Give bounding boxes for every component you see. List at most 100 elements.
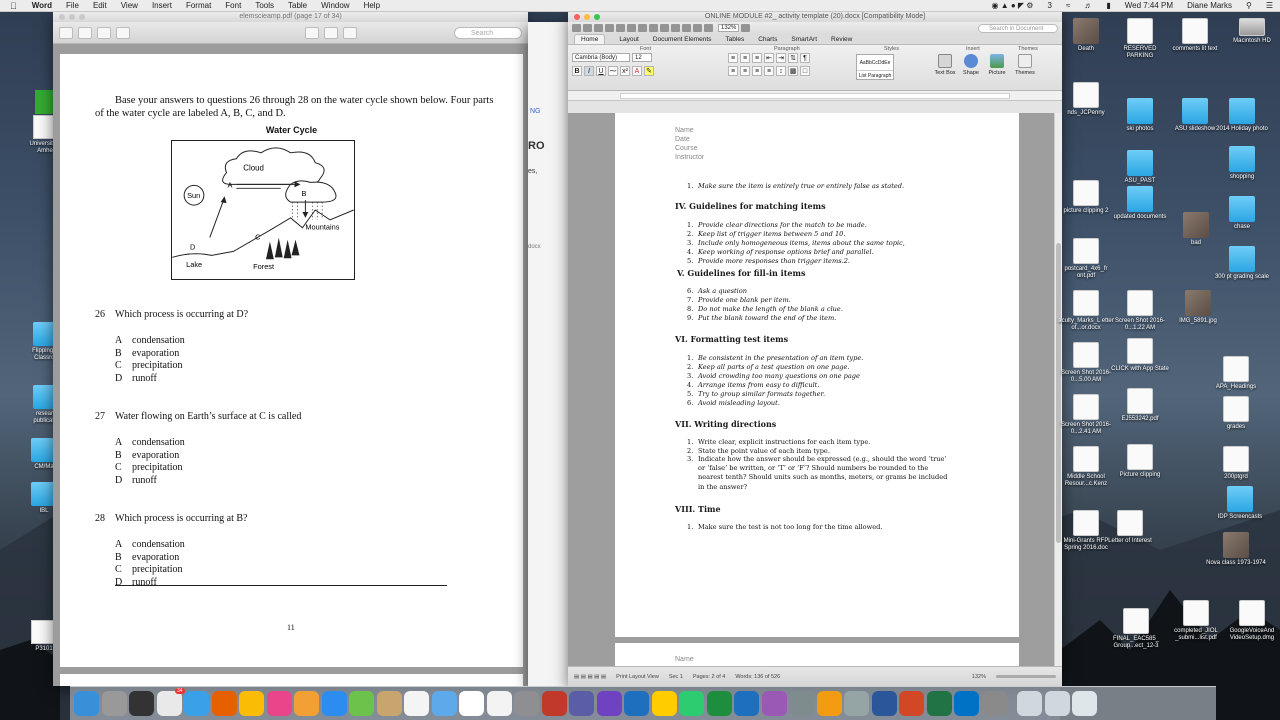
close-button[interactable] bbox=[59, 14, 65, 20]
menu-format[interactable]: Format bbox=[179, 1, 218, 10]
calendar-icon[interactable] bbox=[459, 691, 484, 716]
scanner-icon[interactable] bbox=[844, 691, 869, 716]
launchpad-icon[interactable] bbox=[101, 691, 127, 716]
menu-tools[interactable]: Tools bbox=[248, 1, 281, 10]
desktop-icon[interactable]: comments lit text bbox=[1165, 18, 1225, 53]
trash-icon[interactable] bbox=[1072, 691, 1097, 716]
zoom-button[interactable] bbox=[594, 14, 600, 20]
rotate-icon[interactable] bbox=[324, 26, 338, 39]
battery-count[interactable]: 3 bbox=[1040, 1, 1058, 10]
align-center-button[interactable]: ≡ bbox=[740, 66, 750, 76]
desktop-icon[interactable]: IDP Screencasts bbox=[1210, 486, 1270, 521]
table-icon[interactable] bbox=[682, 24, 691, 32]
downloads-icon[interactable] bbox=[1044, 691, 1070, 716]
desktop-icon[interactable]: postcard_4x6_fr ont.pdf bbox=[1056, 238, 1116, 280]
system-preferences-icon[interactable] bbox=[514, 691, 539, 716]
desktop-icon[interactable]: GoogleVoiceAnd VideoSetup.dmg bbox=[1222, 600, 1280, 642]
menu-edit[interactable]: Edit bbox=[86, 1, 114, 10]
font-size-select[interactable]: 12 bbox=[632, 53, 652, 62]
textedit-icon[interactable] bbox=[486, 691, 512, 716]
open-icon[interactable] bbox=[594, 24, 603, 32]
picture-button[interactable]: Picture bbox=[986, 54, 1008, 76]
style-gallery[interactable]: AaBbCcDdEe List Paragraph bbox=[856, 54, 894, 80]
contacts-icon[interactable] bbox=[376, 691, 402, 716]
font-name-select[interactable]: Cambria (Body) bbox=[572, 53, 630, 62]
shading-button[interactable]: ▩ bbox=[788, 66, 798, 76]
desktop-icon[interactable]: EJ553242.pdf bbox=[1110, 388, 1170, 423]
tab-document-elements[interactable]: Document Elements bbox=[653, 36, 712, 43]
wifi-icon[interactable]: ≈ bbox=[1059, 1, 1077, 10]
powerpoint-icon[interactable] bbox=[899, 691, 924, 716]
desktop-icon[interactable]: 300 pt grading scale bbox=[1212, 246, 1272, 281]
excel-icon[interactable] bbox=[926, 691, 952, 716]
volume-icon[interactable]: ♬ bbox=[1077, 1, 1099, 10]
finder-icon[interactable] bbox=[74, 691, 99, 716]
view-buttons[interactable]: ▤ ▤ ▤ ▤ ▤ bbox=[574, 674, 606, 680]
battery-icon[interactable]: ▮ bbox=[1099, 1, 1117, 10]
menu-window[interactable]: Window bbox=[314, 1, 356, 10]
desktop-icon[interactable]: ASU_PAST bbox=[1110, 150, 1170, 185]
minimize-button[interactable] bbox=[584, 14, 590, 20]
menubar-clock[interactable]: Wed 7:44 PM bbox=[1118, 1, 1180, 10]
apple-menu-icon[interactable]:  bbox=[0, 1, 25, 11]
chrome-icon[interactable] bbox=[239, 691, 264, 716]
font-color-button[interactable]: A bbox=[632, 66, 642, 76]
desktop-icon[interactable]: Screen Shot 2016-0...5.00 AM bbox=[1056, 342, 1116, 384]
save-icon[interactable] bbox=[605, 24, 614, 32]
align-left-button[interactable]: ≡ bbox=[728, 66, 738, 76]
desktop-icon[interactable]: updated documents bbox=[1110, 186, 1170, 221]
status-icons[interactable]: ◉ ▲ ● ◤ ⚙ bbox=[985, 1, 1041, 10]
shape-button[interactable]: Shape bbox=[960, 54, 982, 76]
word-count[interactable]: Words: 136 of 526 bbox=[735, 674, 780, 680]
strikethrough-button[interactable]: ⁓ bbox=[608, 66, 618, 76]
zoom-in-icon[interactable] bbox=[97, 26, 111, 39]
desktop-icon[interactable]: 2014 Holiday photo bbox=[1212, 98, 1272, 133]
scroll-thumb[interactable] bbox=[1056, 243, 1061, 543]
pages-icon[interactable] bbox=[816, 691, 842, 716]
bullets-button[interactable]: ≡ bbox=[728, 53, 738, 63]
firefox-icon[interactable] bbox=[211, 691, 237, 716]
increase-indent-button[interactable]: ⇥ bbox=[776, 53, 786, 63]
document-page[interactable]: Name Date Course Instructor 1. Make sure … bbox=[615, 113, 1019, 637]
app-store-icon[interactable] bbox=[321, 691, 347, 716]
ibooks-icon[interactable] bbox=[294, 691, 319, 716]
text-box-button[interactable]: Text Box bbox=[934, 54, 956, 76]
menubar-user[interactable]: Diane Marks bbox=[1180, 1, 1239, 10]
columns-icon[interactable] bbox=[693, 24, 702, 32]
script-editor-icon[interactable] bbox=[981, 691, 1007, 716]
photos-icon[interactable] bbox=[404, 691, 429, 716]
desktop-icon[interactable]: 200ptgrd bbox=[1206, 446, 1266, 481]
help-icon[interactable] bbox=[741, 24, 751, 32]
desktop-icon[interactable]: APA_Headings bbox=[1206, 356, 1266, 391]
menu-file[interactable]: File bbox=[59, 1, 86, 10]
desktop-icon[interactable]: grades bbox=[1206, 396, 1266, 431]
sidebar-toggle-icon[interactable] bbox=[59, 26, 73, 39]
keynote-icon[interactable] bbox=[734, 691, 759, 716]
underline-button[interactable]: U bbox=[596, 66, 606, 76]
zoom-select[interactable]: 132% bbox=[718, 24, 740, 32]
notification-center-icon[interactable]: ☰ bbox=[1259, 1, 1280, 10]
menu-view[interactable]: View bbox=[114, 1, 145, 10]
tab-tables[interactable]: Tables bbox=[725, 36, 744, 43]
highlight-button[interactable]: ✎ bbox=[644, 66, 654, 76]
desktop-icon[interactable]: RESERVED PARKING bbox=[1110, 18, 1170, 60]
redo-icon[interactable] bbox=[671, 24, 680, 32]
sort-button[interactable]: ⇅ bbox=[788, 53, 798, 63]
menu-table[interactable]: Table bbox=[281, 1, 314, 10]
multilevel-list-button[interactable]: ≡ bbox=[752, 53, 762, 63]
desktop-icon[interactable]: Letter of Interest bbox=[1100, 510, 1160, 545]
justify-button[interactable]: ≡ bbox=[764, 66, 774, 76]
desktop-icon[interactable]: aculty_Marks_L etter of...or.docx bbox=[1056, 290, 1116, 332]
copy-icon[interactable] bbox=[638, 24, 647, 32]
italic-button[interactable]: I bbox=[584, 66, 594, 76]
templates-icon[interactable] bbox=[583, 24, 592, 32]
desktop-icon[interactable]: chase bbox=[1212, 196, 1272, 231]
themes-button[interactable]: Themes bbox=[1014, 54, 1036, 76]
new-icon[interactable] bbox=[572, 24, 581, 32]
pdf-search-input[interactable]: Search bbox=[454, 26, 522, 39]
photo-booth-icon[interactable] bbox=[541, 691, 567, 716]
tab-home[interactable]: Home bbox=[574, 34, 606, 44]
emoji-icon[interactable] bbox=[651, 691, 677, 716]
imovie-icon[interactable] bbox=[569, 691, 594, 716]
desktop-icon[interactable]: completed_JIOL _submi...list.pdf bbox=[1166, 600, 1226, 642]
